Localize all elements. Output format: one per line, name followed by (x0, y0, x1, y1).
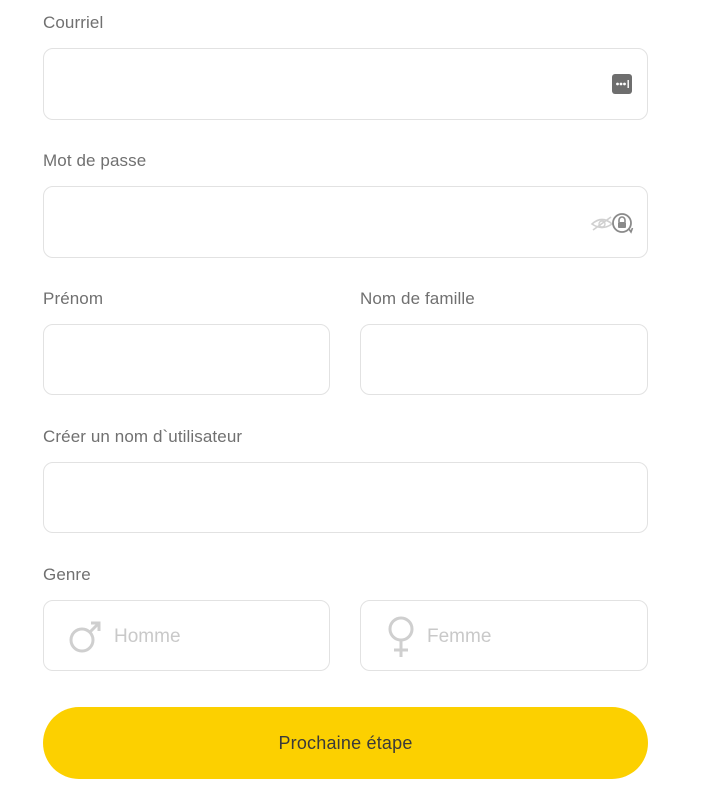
password-field-container (43, 186, 648, 258)
hidden-password-lock-icon[interactable] (589, 209, 635, 237)
first-name-field-container (43, 324, 330, 395)
password-label: Mot de passe (43, 151, 147, 170)
next-step-label: Prochaine étape (278, 732, 413, 753)
gender-female-label: Femme (427, 626, 492, 647)
last-name-field[interactable] (361, 325, 647, 394)
username-field[interactable] (44, 463, 647, 532)
gender-female-option[interactable]: Femme (360, 600, 648, 671)
last-name-field-container (360, 324, 648, 395)
password-field[interactable] (44, 187, 647, 257)
username-label: Créer un nom d`utilisateur (43, 427, 243, 446)
first-name-field[interactable] (44, 325, 329, 394)
first-name-label: Prénom (43, 289, 104, 308)
email-field[interactable] (44, 49, 647, 119)
email-field-container (43, 48, 648, 120)
female-symbol-icon (385, 615, 417, 664)
username-field-container (43, 462, 648, 533)
password-manager-icon[interactable] (611, 73, 633, 95)
next-step-button[interactable]: Prochaine étape (43, 707, 648, 779)
email-label: Courriel (43, 13, 104, 32)
last-name-label: Nom de famille (360, 289, 475, 308)
male-symbol-icon (68, 619, 104, 660)
gender-male-label: Homme (114, 626, 181, 647)
gender-male-option[interactable]: Homme (43, 600, 330, 671)
gender-label: Genre (43, 565, 91, 584)
